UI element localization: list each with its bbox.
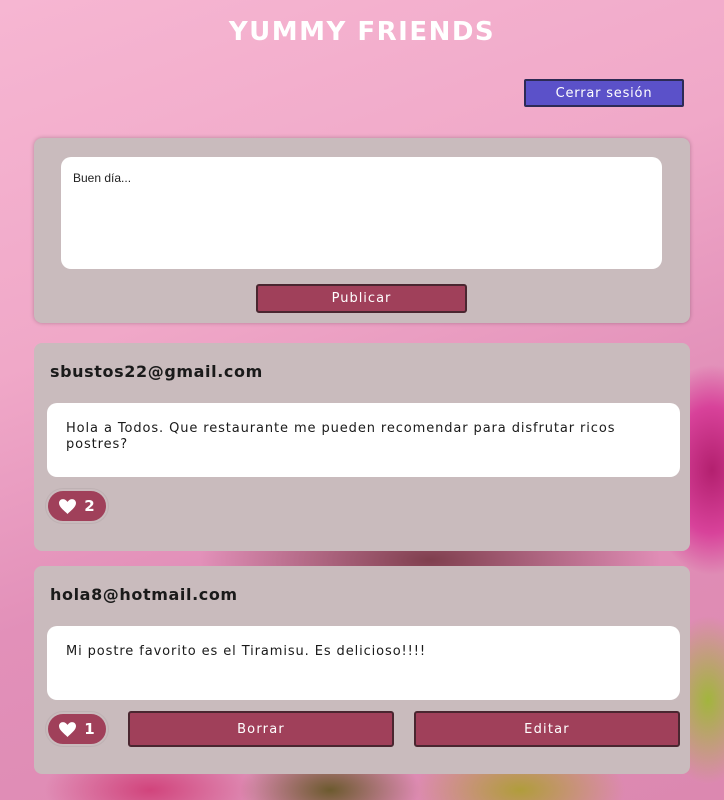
composer-card: Buen día... Publicar bbox=[34, 138, 690, 323]
post-author: hola8@hotmail.com bbox=[50, 585, 238, 604]
post-text: Mi postre favorito es el Tiramisu. Es de… bbox=[47, 626, 680, 700]
like-button[interactable]: 1 bbox=[46, 712, 108, 746]
like-count: 1 bbox=[84, 720, 95, 738]
post-card: sbustos22@gmail.com Hola a Todos. Que re… bbox=[34, 343, 690, 551]
publish-button[interactable]: Publicar bbox=[256, 284, 467, 313]
post-author: sbustos22@gmail.com bbox=[50, 362, 263, 381]
logout-button[interactable]: Cerrar sesión bbox=[524, 79, 684, 107]
delete-button[interactable]: Borrar bbox=[128, 711, 394, 747]
like-button[interactable]: 2 bbox=[46, 489, 108, 523]
like-count: 2 bbox=[84, 497, 95, 515]
post-card: hola8@hotmail.com Mi postre favorito es … bbox=[34, 566, 690, 774]
heart-icon bbox=[59, 721, 77, 737]
heart-icon bbox=[59, 498, 77, 514]
post-text: Hola a Todos. Que restaurante me pueden … bbox=[47, 403, 680, 477]
app-title: YUMMY FRIENDS bbox=[228, 17, 496, 47]
edit-button[interactable]: Editar bbox=[414, 711, 680, 747]
post-textarea[interactable]: Buen día... bbox=[61, 157, 662, 269]
